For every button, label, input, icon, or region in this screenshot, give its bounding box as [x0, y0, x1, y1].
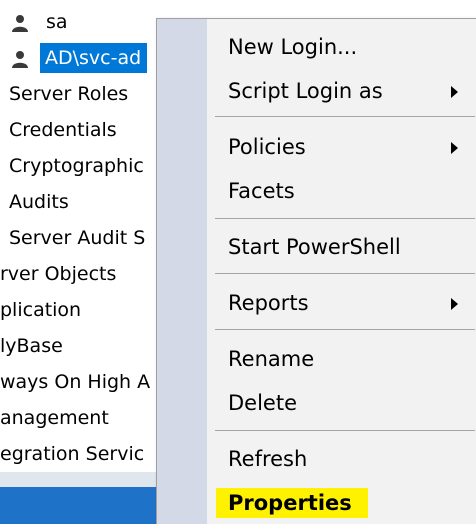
- menu-separator: [215, 273, 475, 274]
- menu-item-rename[interactable]: Rename: [208, 337, 476, 381]
- tree-item-label: sa: [46, 11, 68, 33]
- tree-item-label: plication: [0, 299, 82, 321]
- menu-item-label: Facets: [228, 179, 295, 203]
- menu-item-label: Properties: [228, 491, 352, 515]
- submenu-arrow-icon: [451, 298, 458, 310]
- user-icon: [12, 51, 28, 68]
- tree-item-label: Credentials: [9, 119, 117, 141]
- tree-item-label: lyBase: [0, 335, 63, 357]
- menu-item-label: Delete: [228, 391, 297, 415]
- menu-item-label: Refresh: [228, 447, 308, 471]
- menu-item-label: Start PowerShell: [228, 235, 401, 259]
- menu-item-label: Script Login as: [228, 79, 383, 103]
- menu-item-delete[interactable]: Delete: [208, 381, 476, 425]
- menu-item-refresh[interactable]: Refresh: [208, 437, 476, 481]
- submenu-arrow-icon: [451, 142, 458, 154]
- horizontal-scrollbar[interactable]: [0, 472, 160, 487]
- menu-item-facets[interactable]: Facets: [208, 169, 476, 213]
- ssms-window: sa AD\svc-ad Server Roles Credentials Cr…: [0, 0, 476, 524]
- menu-item-label: Policies: [228, 135, 306, 159]
- submenu-arrow-icon: [451, 86, 458, 98]
- menu-icon-gutter: [157, 19, 207, 524]
- tree-item-label: egration Servic: [0, 443, 145, 465]
- tree-item-label: Server Roles: [9, 83, 129, 105]
- menu-item-reports[interactable]: Reports: [208, 281, 476, 325]
- user-icon: [12, 15, 28, 32]
- tree-item-label: ways On High A: [0, 371, 151, 393]
- menu-item-script-login-as[interactable]: Script Login as: [208, 69, 476, 113]
- menu-separator: [215, 430, 475, 431]
- menu-item-new-login[interactable]: New Login...: [208, 25, 476, 69]
- tree-item-label: AD\svc-ad: [40, 43, 148, 73]
- menu-separator: [215, 329, 475, 330]
- menu-item-label: Rename: [228, 347, 315, 371]
- tree-item-label: Server Audit S: [9, 227, 146, 249]
- menu-item-properties[interactable]: Properties: [208, 481, 476, 524]
- menu-item-label: Reports: [228, 291, 309, 315]
- tree-item-label: Audits: [9, 191, 69, 213]
- menu-separator: [215, 218, 475, 219]
- tree-item-label: rver Objects: [0, 263, 117, 285]
- menu-item-label: New Login...: [228, 35, 358, 59]
- status-bar: [0, 487, 160, 524]
- object-explorer-tree: sa AD\svc-ad Server Roles Credentials Cr…: [0, 0, 160, 524]
- menu-separator: [215, 116, 475, 117]
- tree-item-label: Cryptographic: [9, 155, 144, 177]
- menu-item-start-powershell[interactable]: Start PowerShell: [208, 225, 476, 269]
- menu-item-policies[interactable]: Policies: [208, 125, 476, 169]
- context-menu: New Login... Script Login as Policies Fa…: [156, 18, 476, 524]
- tree-item-label: anagement: [0, 407, 109, 429]
